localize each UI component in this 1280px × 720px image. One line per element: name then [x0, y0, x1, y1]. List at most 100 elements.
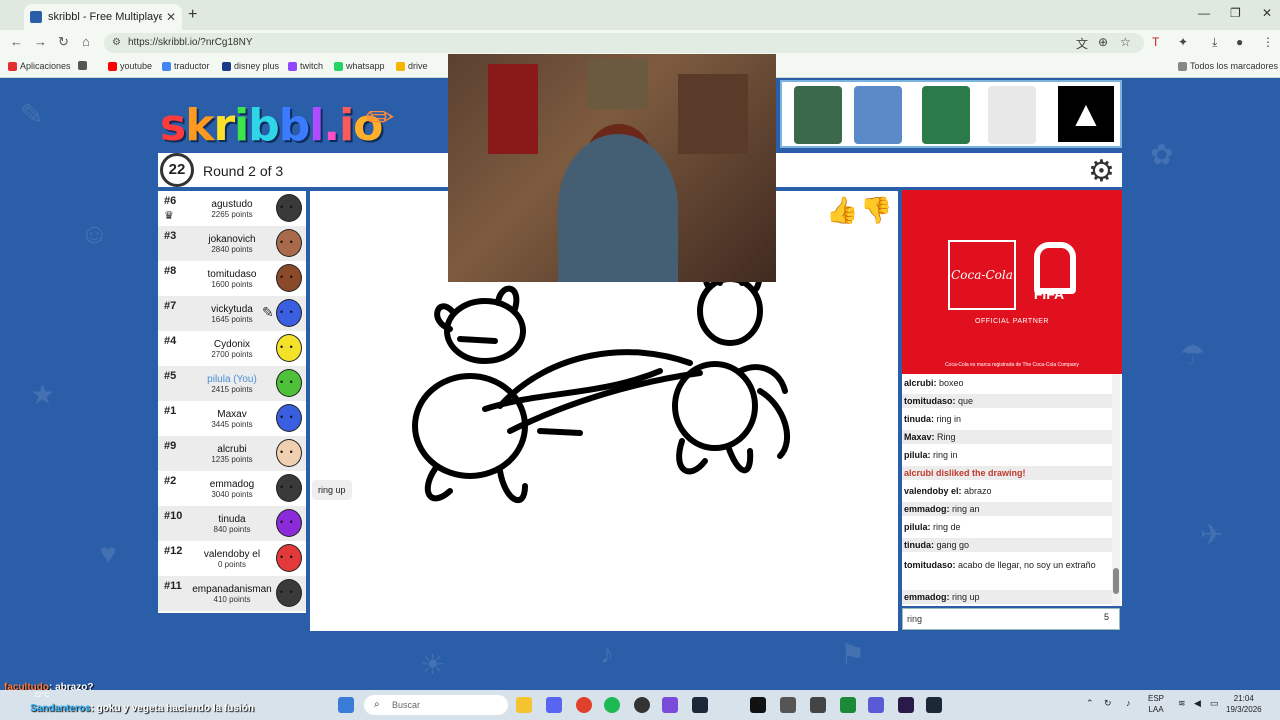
tray-chevron-icon[interactable]: ⌃ [1086, 698, 1094, 709]
chat-scroll-thumb[interactable] [1113, 568, 1119, 594]
windows-start-icon[interactable] [338, 697, 354, 713]
bookmark-traductor[interactable]: traductor [162, 61, 210, 71]
app-icon[interactable] [780, 697, 796, 713]
wifi-icon[interactable]: ≋ [1178, 698, 1186, 709]
settings-gear-icon[interactable]: ⚙ [1088, 154, 1115, 189]
player-points: 2840 points [211, 245, 253, 254]
player-row[interactable]: #11 empanadanisman 410 points [158, 576, 306, 611]
chrome-icon[interactable] [576, 697, 592, 713]
capcut-icon[interactable] [750, 697, 766, 713]
player-rank: #4 [164, 335, 177, 347]
player-avatar [276, 194, 302, 222]
overlay-message: Sandanteros: goku y vegeta haciendo la f… [30, 703, 254, 714]
bookmark-grid[interactable] [78, 61, 87, 70]
banner-ad[interactable]: ▲ [780, 80, 1122, 148]
player-row[interactable]: #8 tomitudaso 1600 points [158, 261, 306, 296]
search-icon: ⌕ [374, 699, 380, 710]
player-name: tinuda [218, 514, 246, 525]
close-tab-icon[interactable]: ✕ [166, 10, 176, 24]
menu-dots-icon[interactable]: ⋮ [1262, 35, 1274, 49]
file-explorer-icon[interactable] [516, 697, 532, 713]
tray-sync-icon[interactable]: ↻ [1104, 698, 1112, 709]
player-row[interactable]: #4 Cydonix 2700 points [158, 331, 306, 366]
player-row[interactable]: #3 jokanovich 2840 points [158, 226, 306, 261]
app-icon[interactable] [840, 697, 856, 713]
coca-cola-ad[interactable]: Coca-Cola FIFA OFFICIAL PARTNER Coca-Col… [902, 190, 1122, 374]
close-window-icon[interactable]: ✕ [1262, 6, 1272, 20]
discord-icon[interactable] [546, 697, 562, 713]
player-points: 840 points [213, 525, 251, 534]
player-name: emmadog [209, 479, 255, 490]
download-icon[interactable]: ⤓ [1212, 35, 1217, 50]
player-avatar [276, 509, 302, 537]
product-image [922, 86, 970, 144]
coca-cola-logo: Coca-Cola [948, 240, 1016, 310]
browser-toolbar: ← → ↻ ⌂ ⚙ https://skribbl.io/?nrCg18NY 文… [0, 30, 1280, 56]
doodle-icon: ✈ [1200, 519, 1224, 550]
player-points: 3445 points [211, 420, 253, 429]
obs-icon[interactable] [634, 697, 650, 713]
bookmark-disney[interactable]: disney plus [222, 61, 279, 71]
player-row[interactable]: #12 valendoby el 0 points [158, 541, 306, 576]
language-indicator[interactable]: ESP LAA [1148, 693, 1164, 715]
reload-icon[interactable]: ↻ [58, 34, 69, 50]
bookmark-star-icon[interactable]: ☆ [1120, 35, 1131, 49]
battery-icon[interactable]: ▭ [1210, 698, 1219, 709]
taskbar-search[interactable]: ⌕ Buscar [364, 695, 508, 715]
player-row-you[interactable]: #5 pilula (You) 2415 points [158, 366, 306, 401]
premiere-icon[interactable] [898, 697, 914, 713]
drawing-pencil-icon: ✎ [262, 304, 274, 320]
tray-mic-icon[interactable]: ♪ [1126, 698, 1131, 708]
player-row[interactable]: #2 emmadog 3040 points [158, 471, 306, 506]
bookmark-drive[interactable]: drive [396, 61, 428, 71]
home-icon[interactable]: ⌂ [82, 34, 90, 49]
profile-avatar[interactable]: ● [1236, 35, 1243, 49]
new-tab-button[interactable]: + [188, 6, 197, 24]
bookmark-twitch[interactable]: twitch [288, 61, 323, 71]
player-row[interactable]: #10 tinuda 840 points [158, 506, 306, 541]
spotify-icon[interactable] [604, 697, 620, 713]
all-bookmarks[interactable]: Todos los marcadores [1178, 61, 1278, 71]
doodle-icon: ⚑ [840, 639, 866, 670]
bookmark-whatsapp[interactable]: whatsapp [334, 61, 385, 71]
chat-panel[interactable]: alcrubi: boxeo tomitudaso: que tinuda: r… [902, 374, 1122, 606]
browser-tab[interactable]: skribbl - Free Multiplayer Drawi ✕ [24, 4, 182, 30]
teams-icon[interactable] [868, 697, 884, 713]
system-clock[interactable]: 21:04 19/3/2026 [1226, 693, 1262, 715]
drive-icon [396, 61, 405, 71]
app-icon[interactable] [662, 697, 678, 713]
like-drawing-icon[interactable]: 👍 [826, 195, 858, 226]
speech-bubble: ring up [312, 480, 352, 500]
player-avatar [276, 264, 302, 292]
back-icon[interactable]: ← [10, 34, 23, 49]
site-info-icon[interactable]: ⚙ [112, 33, 121, 53]
restore-icon[interactable]: ❐ [1230, 6, 1241, 20]
steam-icon[interactable] [926, 697, 942, 713]
chat-message: alcrubi: boxeo [904, 378, 964, 388]
extensions-puzzle-icon[interactable]: ✦ [1178, 35, 1188, 49]
player-row[interactable]: #9 alcrubi 1235 points [158, 436, 306, 471]
minimize-icon[interactable]: — [1198, 6, 1210, 20]
chat-system-message: alcrubi disliked the drawing! [902, 466, 1112, 480]
extension-icon[interactable]: T [1152, 35, 1159, 49]
char-count: 5 [1104, 612, 1110, 622]
player-points: 2265 points [211, 210, 253, 219]
zoom-icon[interactable]: ⊕ [1098, 35, 1108, 49]
volume-icon[interactable]: ◀ [1194, 698, 1201, 709]
steam-icon[interactable] [692, 697, 708, 713]
dislike-drawing-icon[interactable]: 👎 [860, 195, 892, 226]
player-row[interactable]: #1 Maxav 3445 points [158, 401, 306, 436]
bookmark-youtube[interactable]: youtube [108, 61, 152, 71]
bookmark-apps[interactable]: Aplicaciones [8, 61, 71, 71]
guess-input[interactable]: ring [902, 608, 1120, 630]
address-bar[interactable]: ⚙ https://skribbl.io/?nrCg18NY [104, 33, 1144, 53]
player-points: 0 points [217, 560, 247, 569]
translate-icon[interactable]: 文 [1076, 35, 1088, 52]
player-row[interactable]: #6 ♛ agustudo 2265 points [158, 191, 306, 226]
player-avatar [276, 579, 302, 607]
player-points: 2415 points [211, 385, 253, 394]
app-icon[interactable] [810, 697, 826, 713]
chat-scrollbar[interactable] [1112, 374, 1120, 606]
player-row[interactable]: #7 vickytuda 1645 points ✎ [158, 296, 306, 331]
forward-icon[interactable]: → [34, 34, 47, 49]
